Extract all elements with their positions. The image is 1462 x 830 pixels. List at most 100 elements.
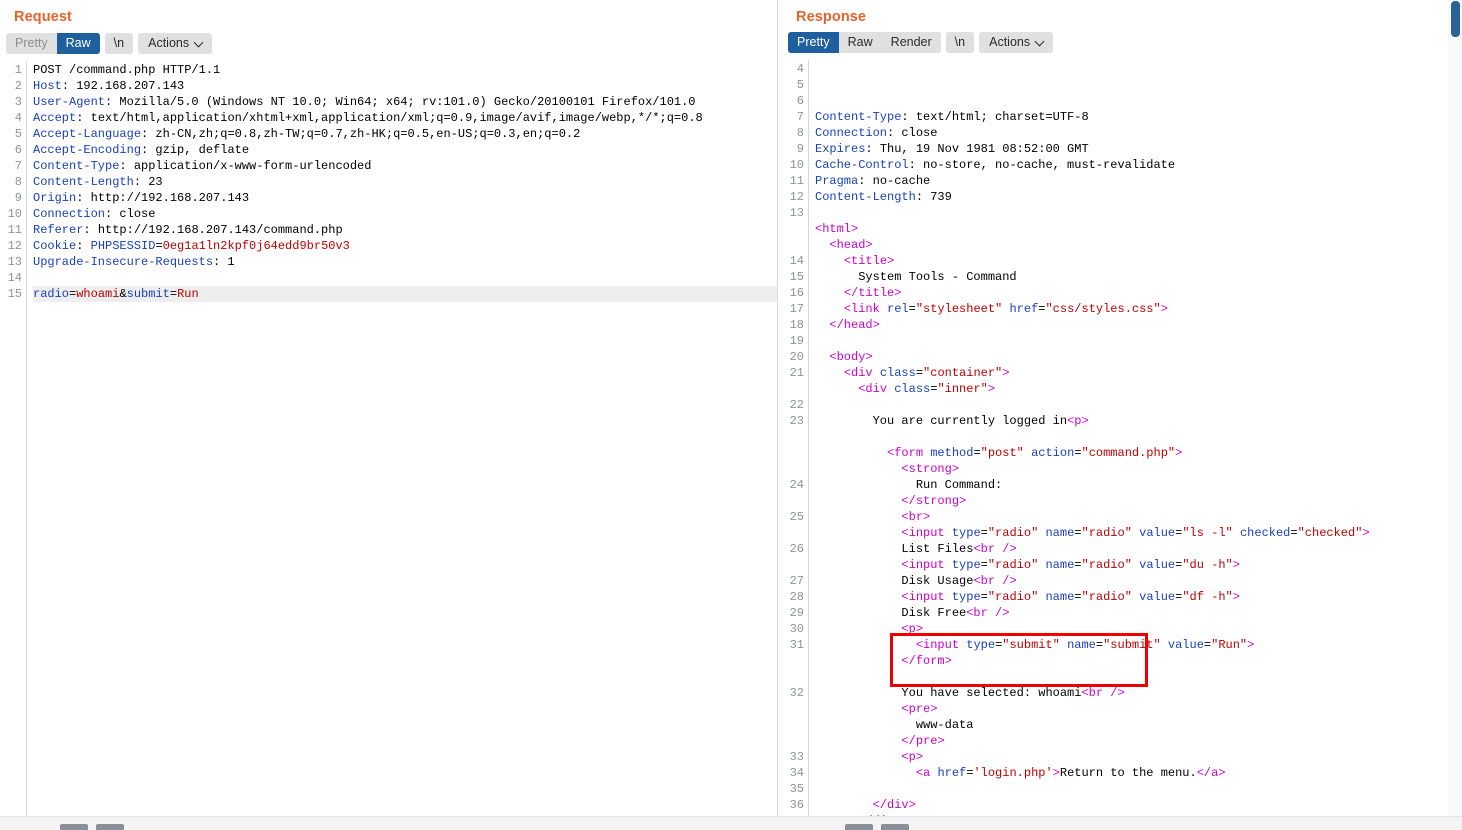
response-code-line[interactable]: </form> (815, 653, 1462, 669)
response-line-number: 4 (796, 62, 804, 77)
response-code-line[interactable] (815, 669, 1462, 685)
response-code-token: value (1139, 558, 1176, 573)
response-code-token (815, 254, 844, 268)
response-code-line[interactable]: <div class="container"> (815, 365, 1462, 381)
response-code-line[interactable]: Pragma: no-cache (815, 173, 1462, 189)
response-code-line[interactable]: You have selected: whoami<br /> (815, 685, 1462, 701)
request-code-line[interactable]: Cookie: PHPSESSID=0eg1a1ln2kpf0j64edd9br… (33, 238, 777, 254)
response-code-token: <link (843, 302, 888, 317)
request-code-line[interactable]: Host: 192.168.207.143 (33, 78, 777, 94)
response-code-token: : no-cache (858, 174, 931, 189)
response-code-line[interactable]: <div class="inner"> (815, 381, 1462, 397)
response-code-line[interactable]: Connection: close (815, 125, 1462, 141)
response-code-line[interactable]: <a href='login.php'>Return to the menu.<… (815, 765, 1462, 781)
response-code-line[interactable]: </pre> (815, 733, 1462, 749)
request-tab-pretty[interactable]: Pretty (6, 32, 57, 54)
response-code-line[interactable] (815, 397, 1462, 413)
response-code-line[interactable]: <title> (815, 253, 1462, 269)
request-editor[interactable]: 1 2 3 4 5 6 7 8 9 10 11 12 13 14 15 POST /command.php … (0, 61, 777, 830)
response-code-line[interactable]: Content-Length: 739 (815, 189, 1462, 205)
response-code-line[interactable]: <p> (815, 621, 1462, 637)
request-code-line[interactable]: Upgrade-Insecure-Requests: 1 (33, 254, 777, 270)
response-code-line[interactable]: <body> (815, 349, 1462, 365)
response-code-line[interactable] (815, 333, 1462, 349)
response-code-line[interactable] (815, 781, 1462, 797)
response-code-line[interactable]: <p> (815, 749, 1462, 765)
request-code-line[interactable]: Referer: http://192.168.207.143/command.… (33, 222, 777, 238)
response-code-token: <p> (901, 622, 924, 637)
response-tab-pretty[interactable]: Pretty (788, 32, 839, 54)
response-editor[interactable]: 4 5 6 7 8 9 10 11 12 13 14 15 16 17 18 19 20 21 22 23 24 25 26… (778, 60, 1462, 830)
request-code-line[interactable]: Accept-Encoding: gzip, deflate (33, 142, 777, 158)
response-code-line[interactable]: Run Command: (815, 477, 1462, 493)
request-code-line[interactable]: radio=whoami&submit=Run (33, 286, 777, 302)
response-tab-raw[interactable]: Raw (838, 32, 882, 54)
request-view-toggle[interactable]: Pretty Raw (6, 32, 100, 54)
response-code-token: : no-store, no-cache, must-revalidate (908, 158, 1176, 173)
request-newline-button[interactable]: \n (104, 32, 134, 54)
response-code-line[interactable]: <strong> (815, 461, 1462, 477)
response-tab-render[interactable]: Render (881, 32, 941, 54)
chevron-down-icon (195, 39, 204, 48)
response-code-line[interactable]: <html> (815, 221, 1462, 237)
response-code-token (815, 558, 901, 572)
request-code-line[interactable]: Origin: http://192.168.207.143 (33, 190, 777, 206)
response-code-line[interactable]: <br> (815, 509, 1462, 525)
response-code-token: = (1290, 526, 1298, 541)
request-search-button-1[interactable] (60, 824, 88, 830)
response-code-line[interactable]: Expires: Thu, 19 Nov 1981 08:52:00 GMT (815, 141, 1462, 157)
request-code-token: : 1 (213, 255, 235, 269)
response-code-line[interactable]: <head> (815, 237, 1462, 253)
response-code-token: "stylesheet" (915, 302, 1003, 317)
response-code-line[interactable]: </strong> (815, 493, 1462, 509)
request-code-line[interactable]: Content-Length: 23 (33, 174, 777, 190)
response-code-line[interactable]: You are currently logged in<p> (815, 413, 1462, 429)
response-search-button-2[interactable] (881, 824, 909, 830)
response-code-line[interactable]: List Files<br /> (815, 541, 1462, 557)
response-code-line[interactable]: </head> (815, 317, 1462, 333)
response-line-number: 28 (789, 590, 804, 605)
response-code-line[interactable] (815, 429, 1462, 445)
response-code-token: = (980, 590, 988, 605)
response-code-line[interactable]: Cache-Control: no-store, no-cache, must-… (815, 157, 1462, 173)
response-code-line[interactable]: <input type="radio" name="radio" value="… (815, 557, 1462, 573)
response-code-line[interactable]: </title> (815, 285, 1462, 301)
request-code-line[interactable]: User-Agent: Mozilla/5.0 (Windows NT 10.0… (33, 94, 777, 110)
response-panel-title: Response (796, 9, 867, 25)
request-code-line[interactable]: Accept-Language: zh-CN,zh;q=0.8,zh-TW;q=… (33, 126, 777, 142)
response-code-line[interactable]: www-data (815, 717, 1462, 733)
request-code-line[interactable]: POST /command.php HTTP/1.1 (33, 62, 777, 78)
response-code-line[interactable] (815, 205, 1462, 221)
response-line-number (778, 717, 808, 733)
response-view-toggle[interactable]: Pretty Raw Render (788, 32, 941, 54)
response-code-line[interactable]: <link rel="stylesheet" href="css/styles.… (815, 301, 1462, 317)
request-code-line[interactable]: Content-Type: application/x-www-form-url… (33, 158, 777, 174)
response-actions-label: Actions (989, 35, 1031, 50)
response-code-line[interactable]: <input type="submit" name="submit" value… (815, 637, 1462, 653)
response-newline-button[interactable]: \n (945, 32, 975, 54)
response-actions-button[interactable]: Actions (979, 32, 1054, 54)
response-code-line[interactable]: Disk Usage<br /> (815, 573, 1462, 589)
request-tab-raw[interactable]: Raw (56, 32, 100, 54)
response-code-line[interactable]: Content-Type: text/html; charset=UTF-8 (815, 109, 1462, 125)
request-code[interactable]: POST /command.php HTTP/1.1 Host: 192.168.… (27, 61, 777, 830)
request-actions-button[interactable]: Actions (138, 32, 213, 54)
response-code-line[interactable]: <pre> (815, 701, 1462, 717)
response-code-token: </pre> (901, 734, 945, 749)
response-code-line[interactable]: </div> (815, 797, 1462, 813)
response-code-line[interactable]: Disk Free<br /> (815, 605, 1462, 621)
response-search-button-1[interactable] (845, 824, 873, 830)
response-code-token: > (1362, 526, 1370, 541)
response-code[interactable]: Content-Type: text/html; charset=UTF-8 Co… (809, 60, 1462, 830)
response-code-token (1161, 638, 1168, 652)
request-code-line[interactable]: Accept: text/html,application/xhtml+xml,… (33, 110, 777, 126)
request-search-button-2[interactable] (96, 824, 124, 830)
request-code-line[interactable] (33, 270, 777, 286)
response-code-line[interactable]: <input type="radio" name="radio" value="… (815, 525, 1462, 541)
request-code-line[interactable]: Connection: close (33, 206, 777, 222)
response-code-line[interactable]: System Tools - Command (815, 269, 1462, 285)
vertical-scrollbar-thumb[interactable] (1451, 1, 1460, 37)
response-code-line[interactable]: <input type="radio" name="radio" value="… (815, 589, 1462, 605)
vertical-scrollbar[interactable] (1448, 0, 1462, 830)
response-code-line[interactable]: <form method="post" action="command.php"… (815, 445, 1462, 461)
